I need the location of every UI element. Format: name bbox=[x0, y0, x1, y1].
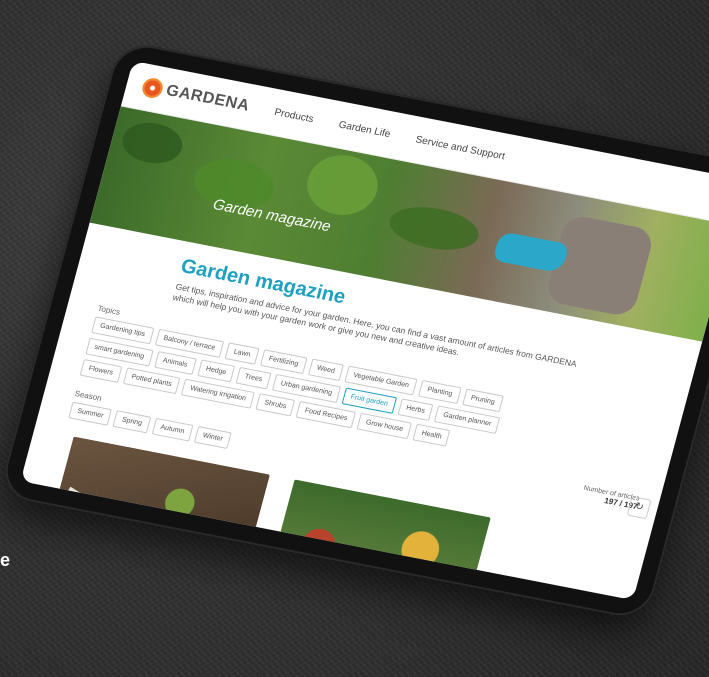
topic-tag[interactable]: Hedge bbox=[196, 359, 236, 383]
topic-tag[interactable]: Flowers bbox=[79, 358, 122, 383]
side-caption: e bbox=[0, 550, 11, 570]
season-tag[interactable]: Summer bbox=[68, 401, 113, 426]
topic-tag[interactable]: Herbs bbox=[397, 398, 434, 421]
topic-tag[interactable]: Planting bbox=[418, 379, 462, 404]
topic-tag[interactable]: Lawn bbox=[224, 342, 260, 365]
tablet-screen: GARDENA Products Garden Life Service and… bbox=[20, 60, 709, 601]
topic-tag[interactable]: Trees bbox=[235, 366, 272, 390]
brand-name: GARDENA bbox=[164, 82, 252, 115]
topic-tag[interactable]: Fertilizing bbox=[259, 349, 308, 374]
topic-tag[interactable]: Animals bbox=[153, 350, 197, 375]
season-tag[interactable]: Spring bbox=[112, 410, 151, 434]
nav-item-service-support[interactable]: Service and Support bbox=[414, 134, 506, 162]
gardena-flower-icon bbox=[142, 78, 163, 98]
topic-tag[interactable]: Shrubs bbox=[255, 393, 296, 417]
topic-tag[interactable]: Weed bbox=[307, 358, 344, 382]
hero-foliage bbox=[117, 117, 187, 169]
topic-tag[interactable]: Potted plants bbox=[122, 367, 181, 395]
season-tag[interactable]: Winter bbox=[193, 425, 232, 449]
reset-icon: ↻ bbox=[633, 501, 645, 514]
season-tag[interactable]: Autumn bbox=[151, 417, 194, 442]
brand-logo[interactable]: GARDENA bbox=[142, 78, 251, 116]
topic-tag[interactable]: Grow house bbox=[356, 412, 413, 440]
hero-glove bbox=[492, 231, 570, 274]
nav-item-products[interactable]: Products bbox=[273, 107, 315, 125]
nav-item-garden-life[interactable]: Garden Life bbox=[337, 119, 391, 140]
topic-tag[interactable]: Health bbox=[412, 423, 451, 447]
topic-tag[interactable]: Pruning bbox=[461, 388, 504, 413]
hero-foliage bbox=[384, 200, 484, 257]
hero-foliage bbox=[300, 149, 385, 221]
